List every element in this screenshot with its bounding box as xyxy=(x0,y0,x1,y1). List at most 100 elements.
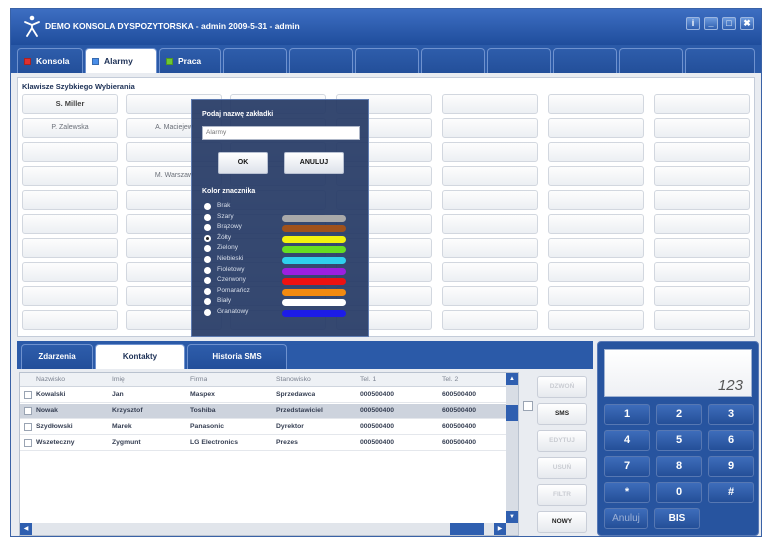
radio-button[interactable] xyxy=(204,256,211,263)
edit-button[interactable]: EDYTUJ xyxy=(537,430,587,452)
key-0[interactable]: 0 xyxy=(656,482,702,503)
radio-button[interactable] xyxy=(204,213,211,221)
speed-dial-button[interactable] xyxy=(654,262,750,282)
radio-button[interactable] xyxy=(204,234,211,242)
speed-dial-button[interactable] xyxy=(548,94,644,114)
speed-dial-button[interactable] xyxy=(442,142,538,162)
tab-empty[interactable] xyxy=(685,48,755,73)
speed-dial-button[interactable] xyxy=(654,118,750,138)
radio-button[interactable] xyxy=(204,298,211,306)
table-row[interactable]: Kowalski Jan Maspex Sprzedawca 000500400… xyxy=(20,388,506,403)
radio-button[interactable] xyxy=(204,309,211,316)
delete-button[interactable]: USUŃ xyxy=(537,457,587,479)
speed-dial-button[interactable] xyxy=(548,214,644,234)
scroll-thumb[interactable] xyxy=(450,523,484,535)
speed-dial-button[interactable] xyxy=(442,166,538,186)
speed-dial-button[interactable] xyxy=(548,310,644,330)
speed-dial-button[interactable] xyxy=(654,166,750,186)
horizontal-scrollbar[interactable]: ◀ ▶ xyxy=(20,523,506,535)
tab-alarmy[interactable]: Alarmy xyxy=(85,48,157,73)
speed-dial-button[interactable] xyxy=(22,142,118,162)
speed-dial-button[interactable] xyxy=(442,238,538,258)
speed-dial-button[interactable] xyxy=(22,310,118,330)
tab-zdarzenia[interactable]: Zdarzenia xyxy=(21,344,93,369)
column-header[interactable]: Firma xyxy=(190,373,207,387)
row-checkbox[interactable] xyxy=(24,391,32,399)
speed-dial-button[interactable] xyxy=(22,214,118,234)
speed-dial-button[interactable] xyxy=(654,190,750,210)
speed-dial-button[interactable] xyxy=(548,286,644,306)
radio-button[interactable] xyxy=(204,224,211,232)
speed-dial-button[interactable] xyxy=(548,142,644,162)
info-icon[interactable]: i xyxy=(686,17,700,30)
tab-empty[interactable] xyxy=(421,48,485,73)
speed-dial-button[interactable] xyxy=(442,214,538,234)
cancel-dial-button[interactable]: Anuluj xyxy=(604,508,648,529)
speed-dial-button[interactable] xyxy=(442,310,538,330)
key-4[interactable]: 4 xyxy=(604,430,650,451)
radio-button[interactable] xyxy=(204,203,211,210)
ok-button[interactable]: OK xyxy=(218,152,268,174)
speed-dial-button[interactable] xyxy=(654,214,750,234)
tab-empty[interactable] xyxy=(553,48,617,73)
speed-dial-button[interactable] xyxy=(548,118,644,138)
call-button[interactable]: DZWOŃ xyxy=(537,376,587,398)
key-hash[interactable]: # xyxy=(708,482,754,503)
tab-empty[interactable] xyxy=(619,48,683,73)
column-header[interactable]: Imię xyxy=(112,373,125,387)
scroll-thumb[interactable] xyxy=(506,405,518,421)
column-header[interactable]: Tel. 1 xyxy=(360,373,376,387)
scroll-down-icon[interactable]: ▼ xyxy=(506,511,518,523)
column-header[interactable]: Tel. 2 xyxy=(442,373,458,387)
row-checkbox[interactable] xyxy=(24,407,32,415)
speed-dial-button[interactable] xyxy=(22,166,118,186)
row-checkbox[interactable] xyxy=(24,423,32,431)
tab-name-input[interactable]: Alarmy xyxy=(202,126,360,140)
speed-dial-button[interactable] xyxy=(442,190,538,210)
table-row[interactable]: Szydłowski Marek Panasonic Dyrektor 0005… xyxy=(20,420,506,435)
key-9[interactable]: 9 xyxy=(708,456,754,477)
select-all-checkbox[interactable] xyxy=(523,401,533,411)
radio-button[interactable] xyxy=(204,277,211,285)
tab-empty[interactable] xyxy=(487,48,551,73)
filter-button[interactable]: FILTR xyxy=(537,484,587,506)
speed-dial-button[interactable]: P. Zalewska xyxy=(22,118,118,138)
speed-dial-button[interactable] xyxy=(654,238,750,258)
speed-dial-button[interactable] xyxy=(22,286,118,306)
speed-dial-button[interactable] xyxy=(654,310,750,330)
scroll-up-icon[interactable]: ▲ xyxy=(506,373,518,385)
speed-dial-button[interactable] xyxy=(442,262,538,282)
speed-dial-button[interactable] xyxy=(548,262,644,282)
key-3[interactable]: 3 xyxy=(708,404,754,425)
speed-dial-button[interactable] xyxy=(654,286,750,306)
speed-dial-button[interactable] xyxy=(548,166,644,186)
speed-dial-button[interactable] xyxy=(654,142,750,162)
key-5[interactable]: 5 xyxy=(656,430,702,451)
tab-konsola[interactable]: Konsola xyxy=(17,48,83,73)
sms-button[interactable]: SMS xyxy=(537,403,587,425)
speed-dial-button[interactable] xyxy=(22,190,118,210)
row-checkbox[interactable] xyxy=(24,439,32,447)
table-row[interactable]: Wszeteczny Zygmunt LG Electronics Prezes… xyxy=(20,436,506,451)
table-row[interactable]: Nowak Krzysztof Toshiba Przedstawiciel 0… xyxy=(20,404,506,419)
key-2[interactable]: 2 xyxy=(656,404,702,425)
tab-praca[interactable]: Praca xyxy=(159,48,221,73)
speed-dial-button[interactable] xyxy=(442,94,538,114)
tab-historia-sms[interactable]: Historia SMS xyxy=(187,344,287,369)
speed-dial-button[interactable] xyxy=(548,190,644,210)
tab-kontakty[interactable]: Kontakty xyxy=(95,344,185,369)
speed-dial-button[interactable] xyxy=(22,262,118,282)
radio-button[interactable] xyxy=(204,266,211,274)
cancel-button[interactable]: ANULUJ xyxy=(284,152,344,174)
new-contact-button[interactable]: NOWY xyxy=(537,511,587,533)
speed-dial-button[interactable]: S. Miller xyxy=(22,94,118,114)
key-6[interactable]: 6 xyxy=(708,430,754,451)
speed-dial-button[interactable] xyxy=(442,286,538,306)
maximize-icon[interactable]: □ xyxy=(722,17,736,30)
key-7[interactable]: 7 xyxy=(604,456,650,477)
column-header[interactable]: Nazwisko xyxy=(36,373,65,387)
tab-empty[interactable] xyxy=(223,48,287,73)
radio-button[interactable] xyxy=(204,287,211,295)
minimize-icon[interactable]: _ xyxy=(704,17,718,30)
tab-empty[interactable] xyxy=(289,48,353,73)
